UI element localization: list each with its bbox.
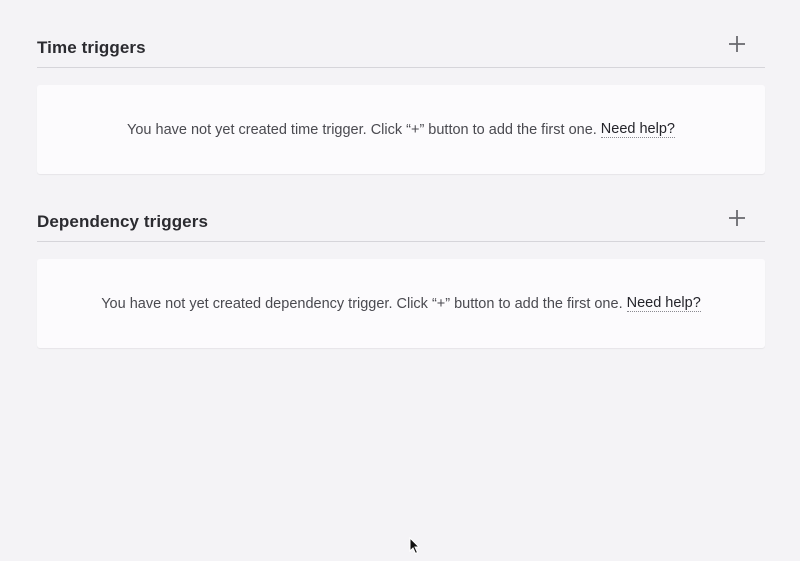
dependency-triggers-section: Dependency triggers You have not yet cre… [37,206,765,348]
plus-icon [729,210,745,226]
plus-icon [729,36,745,52]
time-triggers-title: Time triggers [37,38,146,57]
add-time-trigger-button[interactable] [725,32,749,56]
add-dependency-trigger-button[interactable] [725,206,749,230]
time-triggers-empty-state: You have not yet created time trigger. C… [37,85,765,174]
dependency-triggers-help-link[interactable]: Need help? [626,295,701,312]
time-triggers-help-link[interactable]: Need help? [600,121,675,138]
dependency-triggers-empty-state: You have not yet created dependency trig… [37,259,765,348]
dependency-triggers-header: Dependency triggers [37,206,765,242]
time-triggers-section: Time triggers You have not yet created t… [37,32,765,174]
time-triggers-header: Time triggers [37,32,765,68]
time-triggers-empty-message: You have not yet created time trigger. C… [127,121,597,138]
dependency-triggers-empty-message: You have not yet created dependency trig… [101,295,623,312]
dependency-triggers-title: Dependency triggers [37,212,209,231]
mouse-cursor-icon [409,537,421,555]
